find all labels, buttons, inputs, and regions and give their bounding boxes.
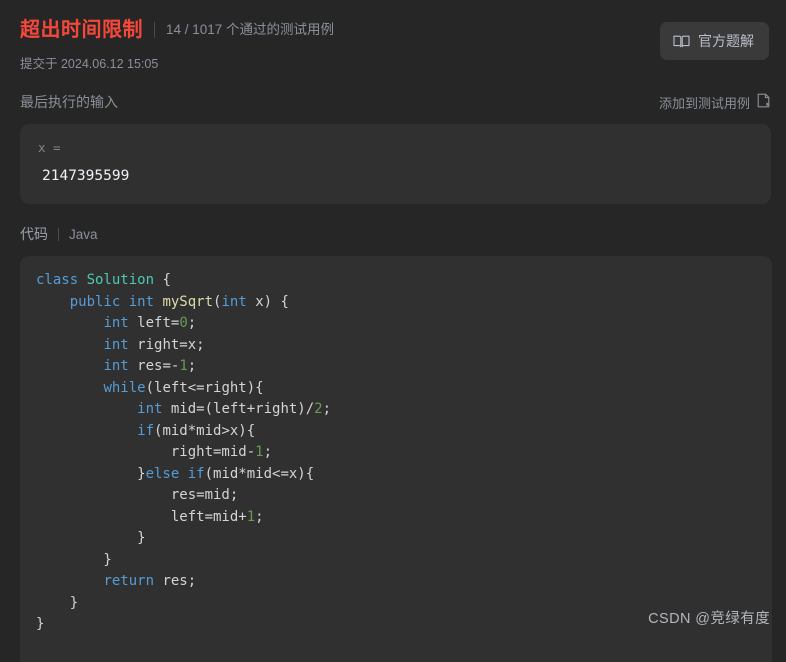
code-token: } <box>36 594 79 611</box>
language-divider <box>58 227 59 241</box>
code-token: class <box>36 272 87 288</box>
submission-timestamp: 提交于 2024.06.12 15:05 <box>20 57 159 71</box>
code-token: } <box>36 616 45 632</box>
submission-status-title: 超出时间限制 <box>20 19 143 41</box>
official-solution-label: 官方题解 <box>698 33 754 49</box>
code-token: int <box>128 293 163 310</box>
code-token: ; <box>187 315 197 331</box>
testcase-pass-count: 14 / 1017 个通过的测试用例 <box>166 22 335 37</box>
code-token: 1 <box>179 358 188 374</box>
code-token: int <box>103 336 138 353</box>
submission-header: 超出时间限制 14 / 1017 个通过的测试用例 提交于 2024.06.12… <box>0 0 786 72</box>
code-token: left= <box>137 315 180 331</box>
code-token: int <box>103 315 138 331</box>
code-token: res=- <box>137 358 180 374</box>
code-token: } <box>36 551 112 568</box>
code-token: return <box>103 573 163 589</box>
code-token: } <box>36 530 146 546</box>
code-section-header: 代码 Java <box>20 224 772 244</box>
code-token: (left<=right){ <box>145 379 264 396</box>
code-token: ; <box>263 444 273 460</box>
code-token: } <box>36 465 146 482</box>
code-token: Solution <box>86 272 155 288</box>
code-token: if <box>137 422 155 439</box>
official-solution-button[interactable]: 官方题解 <box>660 22 769 60</box>
code-token: (mid*mid<=x){ <box>204 465 315 482</box>
code-section-title: 代码 <box>20 226 48 242</box>
code-token: int <box>137 401 171 417</box>
add-to-testcase-icon <box>757 93 771 111</box>
code-token: 1 <box>246 508 256 525</box>
status-row: 超出时间限制 14 / 1017 个通过的测试用例 <box>20 16 770 44</box>
code-token: ; <box>187 358 197 374</box>
code-token: right=mid- <box>170 444 256 460</box>
code-token: { <box>154 272 171 288</box>
source-code[interactable]: class Solution { public int mySqrt(int x… <box>20 270 772 636</box>
last-input-header: 最后执行的输入 添加到测试用例 <box>20 92 771 112</box>
code-token: 1 <box>255 444 264 460</box>
code-token: right=x; <box>137 336 205 353</box>
code-section: 代码 Java <box>0 224 786 244</box>
code-token: ; <box>255 508 264 525</box>
header-divider <box>154 22 155 38</box>
code-language-label: Java <box>69 226 98 242</box>
code-token: mySqrt <box>162 293 214 310</box>
code-token: (mid*mid>x){ <box>154 422 256 439</box>
input-variable-value: 2147395599 <box>42 168 130 184</box>
code-token: ; <box>322 401 332 417</box>
add-to-testcase-button[interactable]: 添加到测试用例 <box>659 93 771 112</box>
code-token: res; <box>162 573 197 589</box>
code-token: while <box>103 379 146 396</box>
code-token: left=mid+ <box>36 508 247 525</box>
book-icon <box>673 34 690 49</box>
code-token: 0 <box>179 315 188 331</box>
last-input-title: 最后执行的输入 <box>20 94 118 110</box>
last-input-section: 最后执行的输入 添加到测试用例 x = 2147395599 <box>0 92 786 204</box>
code-token: int <box>103 358 138 374</box>
code-token: res=mid; <box>36 487 239 503</box>
code-token: x) { <box>255 293 289 310</box>
code-token: if <box>187 465 205 482</box>
last-input-card: x = 2147395599 <box>20 124 771 204</box>
code-block-card: class Solution { public int mySqrt(int x… <box>20 256 772 662</box>
code-token: 2 <box>314 401 323 417</box>
code-token: mid=(left+right)/ <box>170 401 315 417</box>
add-to-testcase-label: 添加到测试用例 <box>658 95 750 111</box>
code-token: public <box>69 293 129 310</box>
code-token: else <box>145 465 188 482</box>
input-variable-label: x = <box>38 140 61 155</box>
code-token: int <box>221 293 256 310</box>
